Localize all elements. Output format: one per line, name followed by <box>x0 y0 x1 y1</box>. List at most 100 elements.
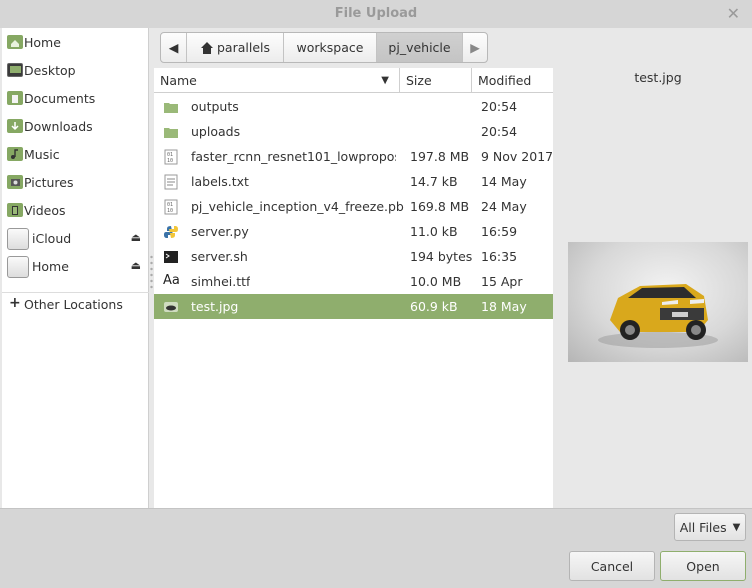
file-size: 14.7 kB <box>410 174 458 189</box>
sort-descending-icon: ▼ <box>381 75 389 86</box>
svg-text:10: 10 <box>167 158 173 164</box>
file-filter-dropdown[interactable]: All Files ▼ <box>674 513 746 541</box>
documents-folder-icon <box>7 91 23 105</box>
column-header-size[interactable]: Size <box>400 68 472 93</box>
places-sidebar: Home Desktop Documents Downloads Music P… <box>2 28 149 508</box>
file-size: 197.8 MB <box>410 149 470 164</box>
file-size: 169.8 MB <box>410 199 470 214</box>
file-name: uploads <box>191 124 241 139</box>
file-row-selected[interactable]: test.jpg 60.9 kB 18 May <box>154 294 553 319</box>
file-name: outputs <box>191 99 239 114</box>
path-segment-pj-vehicle[interactable]: pj_vehicle <box>377 33 463 62</box>
sidebar-item-home-drive[interactable]: Home ⏏ <box>2 255 149 279</box>
pane-resize-handle[interactable] <box>150 254 153 290</box>
dialog-body: Home Desktop Documents Downloads Music P… <box>0 28 752 508</box>
sidebar-item-label: Documents <box>24 91 96 106</box>
sidebar-item-label: Videos <box>24 203 66 218</box>
file-row[interactable]: outputs 20:54 <box>154 94 553 119</box>
desktop-icon <box>7 63 23 77</box>
file-filter-label: All Files <box>679 519 727 535</box>
file-name: simhei.ttf <box>191 274 251 289</box>
column-header-modified[interactable]: Modified <box>472 68 553 93</box>
preview-image <box>568 242 748 362</box>
file-name: server.py <box>191 224 249 239</box>
file-row[interactable]: 01 10 pj_vehicle_inception_v4_freeze.pb 1… <box>154 194 553 219</box>
file-row[interactable]: 01 10 faster_rcnn_resnet101_lowpropos… 19… <box>154 144 553 169</box>
file-row[interactable]: labels.txt 14.7 kB 14 May <box>154 169 553 194</box>
sidebar-item-music[interactable]: Music <box>2 143 149 167</box>
file-modified: 9 Nov 2017 <box>481 149 554 164</box>
path-segment-parallels[interactable]: parallels <box>187 33 284 62</box>
music-folder-icon <box>7 147 23 161</box>
sidebar-item-label: Home <box>32 259 69 274</box>
path-segment-label: pj_vehicle <box>388 40 451 55</box>
file-modified: 20:54 <box>481 124 518 139</box>
sidebar-item-label: Pictures <box>24 175 74 190</box>
sidebar-item-label: Desktop <box>24 63 76 78</box>
file-modified: 14 May <box>481 174 527 189</box>
eject-icon[interactable]: ⏏ <box>131 231 141 244</box>
font-file-icon: Aa <box>163 273 180 288</box>
drive-icon <box>7 228 29 250</box>
chevron-left-icon: ◀ <box>168 40 179 55</box>
folder-icon <box>163 123 179 139</box>
terminal-script-icon <box>163 248 179 264</box>
plus-icon: + <box>9 295 21 311</box>
text-file-icon <box>163 173 179 190</box>
dialog-footer: All Files ▼ Cancel Open <box>0 508 752 588</box>
file-modified: 20:54 <box>481 99 518 114</box>
sidebar-item-downloads[interactable]: Downloads <box>2 115 149 139</box>
file-row[interactable]: Aa simhei.ttf 10.0 MB 15 Apr <box>154 269 553 294</box>
file-list-header: Name ▼ Size Modified <box>154 68 553 93</box>
sidebar-item-home[interactable]: Home <box>2 31 149 55</box>
file-modified: 16:35 <box>481 249 518 264</box>
eject-icon[interactable]: ⏏ <box>131 259 141 272</box>
path-segment-label: parallels <box>216 40 270 55</box>
sidebar-item-label: iCloud <box>32 231 72 246</box>
home-icon <box>200 41 213 54</box>
svg-text:10: 10 <box>167 208 173 214</box>
file-size: 11.0 kB <box>410 224 458 239</box>
file-row[interactable]: uploads 20:54 <box>154 119 553 144</box>
path-bar: ◀ parallels workspace pj_vehicle ▶ <box>160 32 488 63</box>
close-icon[interactable]: ✕ <box>727 4 740 23</box>
sidebar-item-documents[interactable]: Documents <box>2 87 149 111</box>
open-button[interactable]: Open <box>660 551 746 581</box>
videos-folder-icon <box>7 203 23 217</box>
title-bar: File Upload ✕ <box>0 0 752 28</box>
sidebar-item-other-locations[interactable]: + Other Locations <box>2 293 149 317</box>
binary-file-icon: 01 10 <box>163 198 179 215</box>
file-modified: 18 May <box>481 299 527 314</box>
image-file-icon <box>163 298 179 314</box>
file-modified: 16:59 <box>481 224 518 239</box>
sidebar-item-label: Music <box>24 147 60 162</box>
path-back-button[interactable]: ◀ <box>161 33 187 62</box>
home-folder-icon <box>7 35 23 49</box>
binary-file-icon: 01 10 <box>163 148 179 165</box>
folder-icon <box>163 98 179 114</box>
file-name: test.jpg <box>191 299 239 314</box>
file-row[interactable]: server.sh 194 bytes 16:35 <box>154 244 553 269</box>
file-row[interactable]: server.py 11.0 kB 16:59 <box>154 219 553 244</box>
preview-filename: test.jpg <box>634 70 682 85</box>
path-segment-label: workspace <box>296 40 364 55</box>
window-title: File Upload <box>334 6 418 21</box>
file-name: faster_rcnn_resnet101_lowpropos… <box>191 149 396 164</box>
drive-icon <box>7 256 29 278</box>
cancel-button[interactable]: Cancel <box>569 551 655 581</box>
path-forward-button[interactable]: ▶ <box>463 33 487 62</box>
file-size: 10.0 MB <box>410 274 462 289</box>
sidebar-item-desktop[interactable]: Desktop <box>2 59 149 83</box>
path-segment-workspace[interactable]: workspace <box>284 33 377 62</box>
file-modified: 24 May <box>481 199 527 214</box>
sidebar-item-videos[interactable]: Videos <box>2 199 149 223</box>
column-label: Modified <box>478 73 532 88</box>
sidebar-item-pictures[interactable]: Pictures <box>2 171 149 195</box>
column-header-name[interactable]: Name ▼ <box>154 68 400 93</box>
pictures-folder-icon <box>7 175 23 189</box>
file-name: server.sh <box>191 249 248 264</box>
file-size: 60.9 kB <box>410 299 458 314</box>
sidebar-item-icloud[interactable]: iCloud ⏏ <box>2 227 149 251</box>
column-label: Name <box>160 73 197 88</box>
chevron-right-icon: ▶ <box>470 40 480 55</box>
